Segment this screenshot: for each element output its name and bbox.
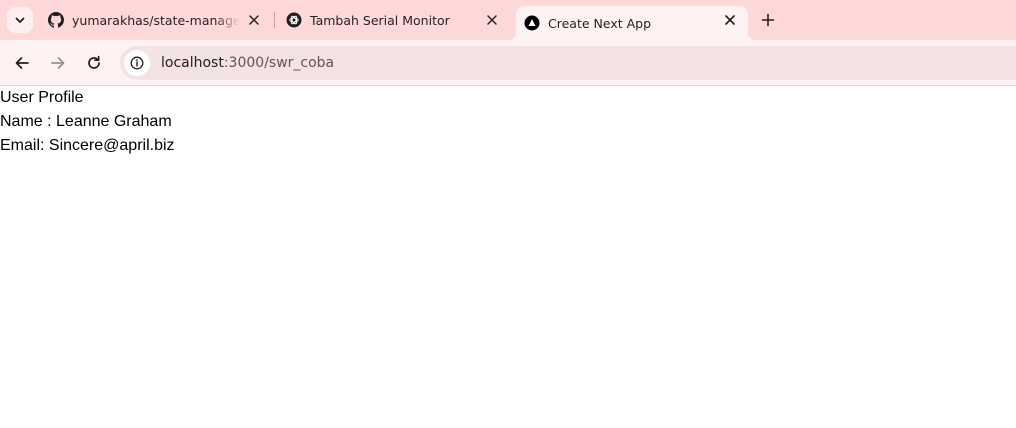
nextjs-icon bbox=[524, 15, 540, 31]
tab-chatgpt[interactable]: Tambah Serial Monitor bbox=[278, 0, 510, 40]
reload-button[interactable] bbox=[81, 50, 107, 76]
tab-title: Create Next App bbox=[548, 15, 652, 31]
url-path: :3000/swr_coba bbox=[223, 55, 335, 71]
arrow-right-icon bbox=[51, 57, 65, 69]
back-button[interactable] bbox=[9, 50, 35, 76]
info-icon bbox=[130, 56, 144, 70]
close-icon[interactable] bbox=[722, 12, 738, 28]
github-icon bbox=[48, 12, 64, 28]
openai-icon bbox=[286, 12, 302, 28]
site-info-button[interactable] bbox=[124, 50, 150, 76]
tab-create-next-app[interactable]: Create Next App bbox=[508, 6, 756, 40]
new-tab-button[interactable] bbox=[756, 8, 780, 32]
tab-search-button[interactable] bbox=[7, 7, 33, 33]
page-heading: User Profile bbox=[0, 89, 84, 106]
tab-title: Tambah Serial Monitor bbox=[310, 12, 450, 28]
tab-strip: yumarakhas/state-management Tambah Seria… bbox=[0, 0, 1016, 40]
close-icon[interactable] bbox=[484, 12, 500, 28]
close-icon[interactable] bbox=[246, 12, 262, 28]
address-bar[interactable]: localhost:3000/swr_coba bbox=[120, 46, 1016, 80]
url-host: localhost bbox=[161, 55, 224, 71]
tab-github[interactable]: yumarakhas/state-management bbox=[40, 0, 272, 40]
tab-title: yumarakhas/state-management bbox=[72, 12, 240, 28]
page-content: User Profile Name : Leanne Graham Email:… bbox=[0, 87, 1016, 428]
browser-toolbar: localhost:3000/swr_coba bbox=[0, 40, 1016, 86]
user-email: Email: Sincere@april.biz bbox=[0, 137, 175, 154]
url-text[interactable]: localhost:3000/swr_coba bbox=[161, 55, 334, 71]
user-name: Name : Leanne Graham bbox=[0, 113, 172, 130]
plus-icon bbox=[761, 13, 775, 27]
tab-divider bbox=[274, 12, 275, 28]
chevron-down-icon bbox=[15, 17, 25, 23]
arrow-left-icon bbox=[15, 57, 29, 69]
forward-button[interactable] bbox=[45, 50, 71, 76]
reload-icon bbox=[88, 55, 100, 69]
